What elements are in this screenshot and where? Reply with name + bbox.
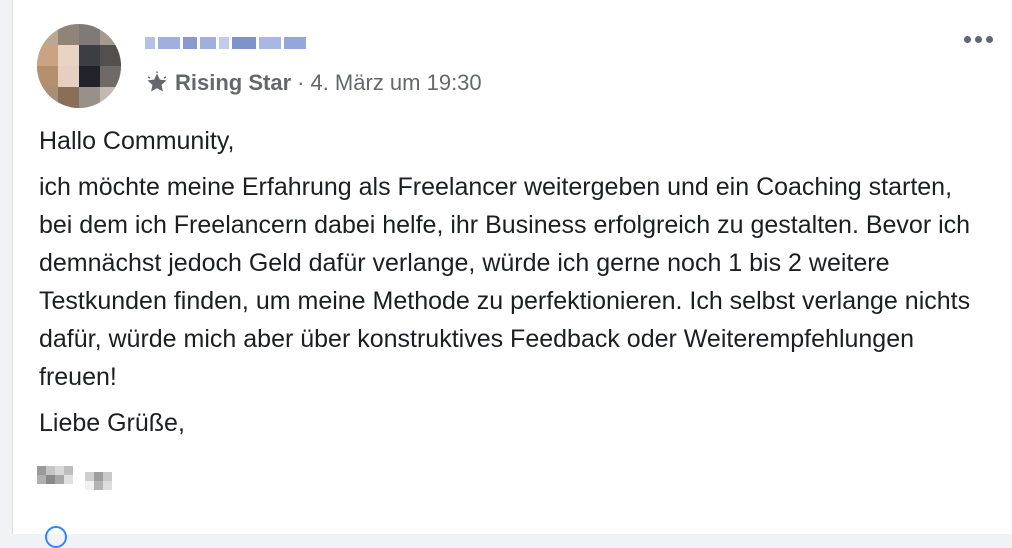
post-meta: Rising Star · 4. März um 19:30 <box>145 70 482 96</box>
post-card: Rising Star · 4. März um 19:30 Hallo Com… <box>12 0 1012 548</box>
post-greeting: Hallo Community, <box>39 127 235 155</box>
signature-blurred <box>37 466 112 490</box>
post-body: Hallo Community, ich möchte meine Erfahr… <box>39 122 989 450</box>
rising-star-badge[interactable]: Rising Star <box>175 70 291 96</box>
post-closing: Liebe Grüße, <box>39 409 185 437</box>
post-timestamp[interactable]: 4. März um 19:30 <box>310 70 481 96</box>
reaction-icon[interactable] <box>45 526 67 548</box>
post-paragraph: ich möchte meine Erfahrung als Freelance… <box>39 173 971 391</box>
star-icon <box>147 71 167 92</box>
more-options-button[interactable] <box>958 24 998 54</box>
more-options-icon <box>963 35 971 43</box>
author-name-blurred[interactable] <box>145 34 306 52</box>
meta-separator: · <box>297 70 305 95</box>
author-avatar[interactable] <box>37 24 121 108</box>
